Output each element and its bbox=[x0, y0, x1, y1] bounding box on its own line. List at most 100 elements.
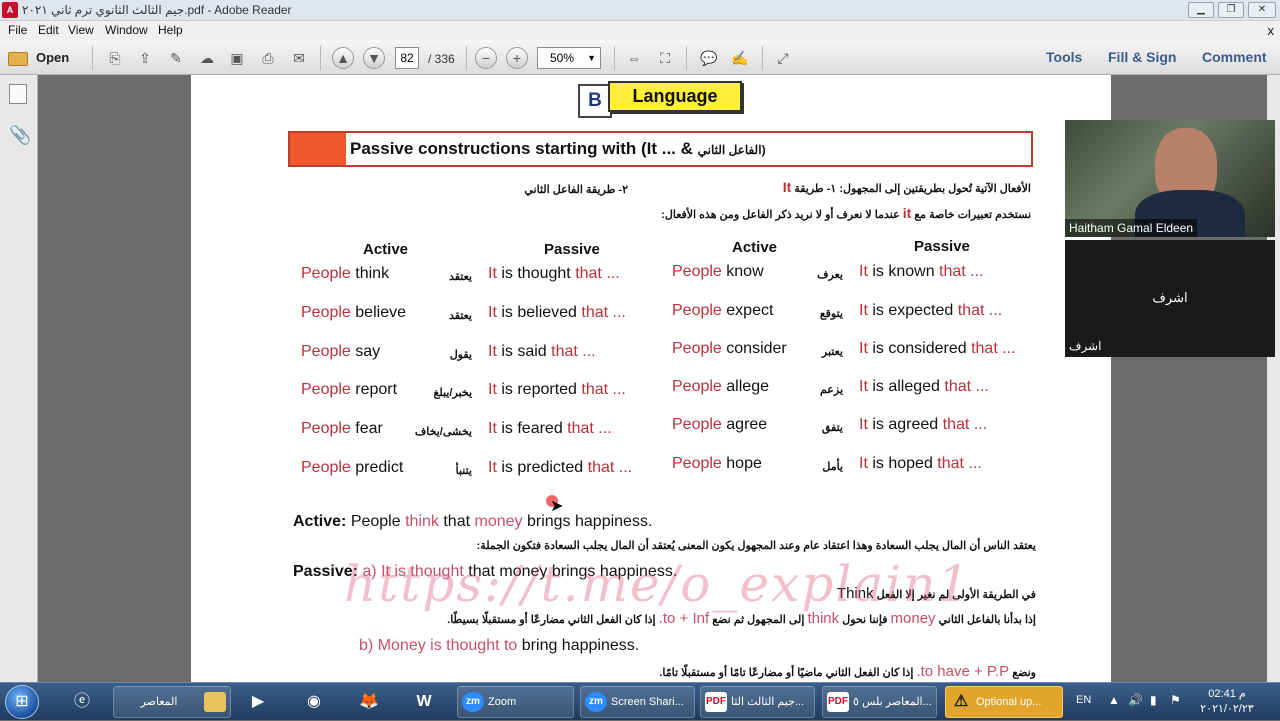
attachments-icon[interactable]: 📎 bbox=[9, 125, 31, 146]
close-button[interactable]: ✕ bbox=[1248, 2, 1276, 18]
passive-phrase: It is predicted that ... bbox=[488, 459, 633, 476]
column-passive-right: Passive bbox=[914, 238, 970, 255]
pdf-icon: PDF bbox=[827, 692, 849, 712]
chevron-down-icon[interactable]: ▼ bbox=[587, 48, 596, 68]
word-icon[interactable]: W bbox=[400, 686, 448, 718]
page-number-input[interactable]: 82 bbox=[395, 47, 419, 69]
taskbar-item-folder[interactable]: المعاصر bbox=[113, 686, 231, 718]
highlight-icon[interactable]: ✍ bbox=[729, 47, 751, 69]
fit-page-icon[interactable]: ⛶ bbox=[654, 47, 676, 69]
passive-phrase: It is thought that ... bbox=[488, 265, 620, 282]
warning-icon: ⚠ bbox=[953, 693, 969, 710]
email-icon[interactable]: ✉ bbox=[288, 47, 310, 69]
show-hidden-icons-icon[interactable]: ▲ bbox=[1108, 693, 1120, 707]
taskbar-item-pdf-2[interactable]: PDF المعاصر بلس ٥... bbox=[822, 686, 937, 718]
chrome-icon[interactable]: ◉ bbox=[290, 686, 338, 718]
passive-phrase: It is agreed that ... bbox=[859, 416, 988, 433]
section-letter: B bbox=[578, 84, 612, 118]
maximize-button[interactable]: ❐ bbox=[1218, 2, 1244, 18]
upload-icon[interactable]: ☁ bbox=[196, 47, 218, 69]
separator bbox=[614, 46, 615, 70]
export-pdf-icon[interactable]: ⇪ bbox=[134, 47, 156, 69]
heading-text: Passive constructions starting with (It … bbox=[350, 139, 766, 158]
previous-page-icon[interactable]: ▲ bbox=[332, 47, 354, 69]
active-phrase: People believe bbox=[301, 304, 406, 321]
arabic-meaning: يعتبر bbox=[821, 346, 843, 358]
passive-phrase: It is alleged that ... bbox=[859, 378, 989, 395]
arabic-meaning: يتفق bbox=[821, 422, 843, 434]
navigation-pane: 📎 bbox=[0, 75, 38, 682]
create-pdf-icon[interactable]: ⎘ bbox=[104, 47, 126, 69]
arabic-meaning: يعتقد bbox=[448, 271, 472, 283]
active-phrase: People know bbox=[672, 263, 764, 280]
page-thumbnails-icon[interactable] bbox=[9, 84, 27, 104]
menu-window[interactable]: Window bbox=[105, 23, 148, 37]
media-player-icon[interactable]: ▶ bbox=[234, 686, 282, 718]
flag-icon[interactable]: ⚑ bbox=[1170, 693, 1181, 707]
mouse-cursor-icon: ➤ bbox=[550, 498, 564, 515]
clock-time[interactable]: 02:41 م bbox=[1192, 687, 1262, 700]
tools-link[interactable]: Tools bbox=[1046, 49, 1082, 65]
arabic-meaning: يتوقع bbox=[819, 308, 843, 320]
next-page-icon[interactable]: ▼ bbox=[363, 47, 385, 69]
clock-date[interactable]: ٢٠٢١/٠٢/٢٣ bbox=[1192, 702, 1262, 715]
open-button[interactable]: Open bbox=[8, 47, 69, 69]
zoom-out-icon[interactable]: − bbox=[475, 47, 497, 69]
taskbar-item-screen-share[interactable]: zm Screen Shari... bbox=[580, 686, 695, 718]
menu-view[interactable]: View bbox=[68, 23, 94, 37]
menu-help[interactable]: Help bbox=[158, 23, 183, 37]
pdf-icon: A bbox=[2, 2, 18, 18]
arabic-meaning: يخبر/يبلغ bbox=[433, 387, 472, 399]
zoom-value: 50% bbox=[550, 51, 575, 65]
passive-phrase: It is expected that ... bbox=[859, 302, 1003, 319]
menu-file[interactable]: File bbox=[8, 23, 27, 37]
passive-phrase: It is considered that ... bbox=[859, 340, 1016, 357]
language-indicator[interactable]: EN bbox=[1076, 694, 1091, 706]
intro-line-2: نستخدم تعبيرات خاصة مع it عندما لا نعرف … bbox=[661, 205, 1031, 221]
section-title: Language bbox=[608, 81, 742, 112]
taskbar-item-pdf-1[interactable]: PDF جيم الثالث الثا... bbox=[700, 686, 815, 718]
video-tile-speaker[interactable]: Haitham Gamal Eldeen bbox=[1065, 120, 1275, 237]
comment-link[interactable]: Comment bbox=[1202, 49, 1267, 65]
separator bbox=[466, 46, 467, 70]
start-button[interactable]: ⊞ bbox=[5, 685, 39, 719]
save-icon[interactable]: ▣ bbox=[226, 47, 248, 69]
network-icon[interactable]: ▮ bbox=[1150, 693, 1157, 707]
separator bbox=[92, 46, 93, 70]
active-phrase: People consider bbox=[672, 340, 787, 357]
arabic-meaning: يعرف bbox=[817, 269, 843, 281]
window-title: جيم الثالث الثانوي ترم ثاني ٢٠٢١.pdf - A… bbox=[22, 3, 292, 17]
folder-icon bbox=[8, 51, 28, 66]
full-screen-icon[interactable]: ⤢ bbox=[772, 47, 794, 69]
minimize-button[interactable]: ▁ bbox=[1188, 2, 1214, 18]
print-icon[interactable]: ⎙ bbox=[257, 47, 279, 69]
video-tile-participant[interactable]: اشرف اشرف bbox=[1065, 240, 1275, 357]
zoom-in-icon[interactable]: + bbox=[506, 47, 528, 69]
column-active-right: Active bbox=[732, 239, 778, 256]
passive-phrase: It is known that ... bbox=[859, 263, 984, 280]
edit-pdf-icon[interactable]: ✎ bbox=[165, 47, 187, 69]
taskbar-item-optional-updates[interactable]: ⚠ Optional up... bbox=[945, 686, 1063, 718]
close-document-icon[interactable]: x bbox=[1268, 23, 1275, 38]
fill-sign-link[interactable]: Fill & Sign bbox=[1108, 49, 1176, 65]
active-phrase: People fear bbox=[301, 420, 383, 437]
arabic-meaning: يأمل bbox=[822, 461, 843, 473]
arabic-meaning: يخشى/يخاف bbox=[414, 426, 472, 438]
column-active-left: Active bbox=[363, 241, 409, 258]
passive-phrase: It is hoped that ... bbox=[859, 455, 982, 472]
active-phrase: People expect bbox=[672, 302, 774, 319]
internet-explorer-icon[interactable]: ⓔ bbox=[58, 686, 106, 718]
menu-bar: File Edit View Window Help x bbox=[0, 21, 1280, 40]
volume-icon[interactable]: 🔊 bbox=[1128, 693, 1143, 707]
sticky-note-icon[interactable]: 💬 bbox=[698, 47, 720, 69]
firefox-icon[interactable]: 🦊 bbox=[345, 686, 393, 718]
menu-edit[interactable]: Edit bbox=[38, 23, 59, 37]
participant-display-name: اشرف bbox=[1152, 290, 1188, 305]
active-phrase: People allege bbox=[672, 378, 769, 395]
intro-line-1: الأفعال الآتية تُحول بطريقتين إلى المجهو… bbox=[782, 179, 1031, 195]
arabic-meaning: يزعم bbox=[819, 384, 843, 396]
taskbar-item-zoom[interactable]: zm Zoom bbox=[457, 686, 574, 718]
active-phrase: People agree bbox=[672, 416, 768, 433]
fit-width-icon[interactable]: ⇔ bbox=[623, 47, 645, 69]
zoom-select[interactable]: 50% ▼ bbox=[537, 47, 601, 69]
